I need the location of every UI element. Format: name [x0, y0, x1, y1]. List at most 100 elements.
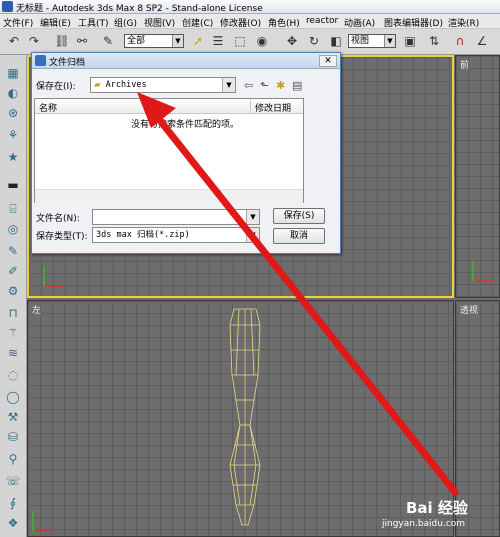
menu-bar: 文件(F) 编辑(E) 工具(T) 组(G) 视图(V) 创建(C) 修改器(O… [0, 14, 500, 29]
viewport-front[interactable]: 前 [455, 55, 500, 298]
menu-graph-editors[interactable]: 图表编辑器(D) [384, 16, 443, 29]
file-archive-dialog: 文件归档 ✕ 保存在(I): ▰ Archives ▼ ⇦ ⬑ ✱ ▤ 名称 修… [31, 52, 341, 254]
move-icon[interactable]: ✥ [284, 33, 300, 49]
chevron-down-icon: ▼ [172, 35, 183, 47]
bone-icon[interactable]: ⚚ [4, 325, 22, 342]
save-in-value: Archives [105, 80, 147, 90]
menu-create[interactable]: 创建(C) [182, 16, 213, 29]
menu-edit[interactable]: 编辑(E) [40, 16, 71, 29]
pencil-icon[interactable]: ✐ [4, 263, 22, 280]
file-list[interactable]: 名称 修改日期 没有与搜索条件匹配的项。 [34, 98, 304, 203]
chevron-down-icon: ▼ [222, 78, 235, 92]
save-in-label: 保存在(I): [36, 82, 76, 92]
menu-modifiers[interactable]: 修改器(O) [220, 16, 261, 29]
dialog-app-icon [35, 55, 46, 66]
app-icon [2, 1, 13, 12]
baidu-watermark: Bai 经验 jingyan.baidu.com [382, 495, 498, 537]
selection-filter-value: 全部 [127, 36, 146, 46]
link-tool-icon[interactable]: ⚲ [4, 451, 22, 468]
cloth-icon[interactable]: ❖ [4, 515, 22, 532]
undo-icon[interactable]: ↶ [6, 33, 22, 49]
angle-snap-icon[interactable]: ∠ [474, 33, 490, 49]
file-list-header: 名称 修改日期 [35, 99, 303, 114]
phone-icon[interactable]: ☏ [4, 473, 22, 490]
wireframe-object[interactable] [220, 305, 270, 537]
ring-icon[interactable]: ◌ [4, 367, 22, 384]
magnet-icon[interactable]: ⊓ [4, 305, 22, 322]
viewport-front-label[interactable]: 前 [460, 58, 469, 71]
close-icon[interactable]: ✕ [319, 55, 337, 67]
up-folder-icon[interactable]: ⬑ [260, 79, 269, 92]
bind-space-warp-icon[interactable]: ✎ [100, 33, 116, 49]
filetype-label: 保存类型(T): [36, 232, 88, 242]
display-panel-icon[interactable]: ★ [4, 149, 22, 166]
watermark-brand: Bai 经验 [406, 499, 468, 517]
bucket-icon[interactable]: ⛁ [4, 429, 22, 446]
hierarchy-panel-icon[interactable]: ⊛ [4, 105, 22, 122]
snap-toggle-icon[interactable]: ∩ [452, 33, 468, 49]
column-modified-date[interactable]: 修改日期 [255, 101, 291, 114]
axis-gizmo-icon [43, 266, 64, 287]
watermark-url: jingyan.baidu.com [382, 519, 466, 529]
cancel-button[interactable]: 取消 [273, 228, 325, 244]
menu-views[interactable]: 视图(V) [144, 16, 175, 29]
horizontal-scrollbar[interactable] [35, 189, 303, 203]
back-icon[interactable]: ⇦ [244, 79, 253, 92]
unlink-icon[interactable]: ⚯ [74, 33, 90, 49]
menu-animation[interactable]: 动画(A) [344, 16, 375, 29]
filename-label: 文件名(N): [36, 214, 80, 224]
axis-gizmo-icon [32, 511, 53, 532]
tube-icon[interactable]: ◎ [4, 221, 22, 238]
select-object-icon[interactable]: ➚ [190, 33, 206, 49]
link-icon[interactable]: ⛓ [54, 33, 70, 49]
dialog-title-bar: 文件归档 ✕ [32, 53, 340, 69]
left-command-toolbar: ▦ ◐ ⊛ ⚘ ★ ▬ ⌸ ◎ ✎ ✐ ⚙ ⊓ ⚚ ≋ ◌ ◯ ⚒ ⛁ ⚲ ☏ … [0, 55, 27, 537]
reference-coordinate-value: 视图 [351, 36, 370, 46]
filetype-dropdown[interactable]: 3ds max 归档(*.zip) ▼ [92, 227, 260, 243]
save-in-dropdown[interactable]: ▰ Archives ▼ [90, 77, 236, 93]
redo-icon[interactable]: ↷ [26, 33, 42, 49]
viewport-perspective-label[interactable]: 透视 [460, 303, 478, 316]
utilities-panel-icon[interactable]: ▬ [4, 177, 22, 194]
selection-filter-dropdown[interactable]: 全部 ▼ [124, 34, 184, 48]
rotate-icon[interactable]: ↻ [306, 33, 322, 49]
scale-icon[interactable]: ◧ [328, 33, 344, 49]
chevron-down-icon: ▼ [246, 228, 259, 242]
save-button[interactable]: 保存(S) [273, 208, 325, 224]
motion-panel-icon[interactable]: ⚘ [4, 127, 22, 144]
view-menu-icon[interactable]: ▤ [292, 79, 302, 92]
chevron-down-icon: ▼ [384, 35, 395, 47]
rectangular-region-icon[interactable]: ⬚ [232, 33, 248, 49]
column-name[interactable]: 名称 [39, 101, 57, 114]
create-panel-icon[interactable]: ▦ [4, 65, 22, 82]
window-crossing-icon[interactable]: ◉ [254, 33, 270, 49]
menu-tools[interactable]: 工具(T) [78, 16, 109, 29]
modify-panel-icon[interactable]: ◐ [4, 85, 22, 102]
filename-input[interactable]: ▼ [92, 209, 260, 225]
select-by-name-icon[interactable]: ☰ [210, 33, 226, 49]
menu-file[interactable]: 文件(F) [3, 16, 33, 29]
pivot-icon[interactable]: ▣ [402, 33, 418, 49]
new-folder-icon[interactable]: ✱ [276, 79, 285, 92]
folder-icon: ▰ [94, 80, 101, 90]
viewport-left-label[interactable]: 左 [32, 303, 41, 316]
filetype-value: 3ds max 归档(*.zip) [96, 230, 190, 240]
window-title: 无标题 - Autodesk 3ds Max 8 SP2 - Stand-alo… [16, 4, 263, 14]
cylinder-icon[interactable]: ⌸ [4, 201, 22, 218]
menu-group[interactable]: 组(G) [114, 16, 137, 29]
brush-icon[interactable]: ✎ [4, 243, 22, 260]
menu-character[interactable]: 角色(H) [268, 16, 300, 29]
wave-icon[interactable]: ≋ [4, 345, 22, 362]
menu-rendering[interactable]: 渲染(R) [448, 16, 479, 29]
select-manipulate-icon[interactable]: ⇅ [426, 33, 442, 49]
axis-gizmo-icon [472, 261, 493, 282]
menu-reactor[interactable]: reactor [306, 16, 338, 26]
empty-message: 没有与搜索条件匹配的项。 [131, 120, 240, 130]
spring-icon[interactable]: ∮ [4, 495, 22, 512]
circle-icon[interactable]: ◯ [4, 389, 22, 406]
chevron-down-icon: ▼ [246, 210, 259, 224]
wrench-icon[interactable]: ⚒ [4, 409, 22, 426]
reference-coordinate-dropdown[interactable]: 视图 ▼ [348, 34, 396, 48]
dialog-title: 文件归档 [49, 58, 86, 68]
gear-icon[interactable]: ⚙ [4, 283, 22, 300]
